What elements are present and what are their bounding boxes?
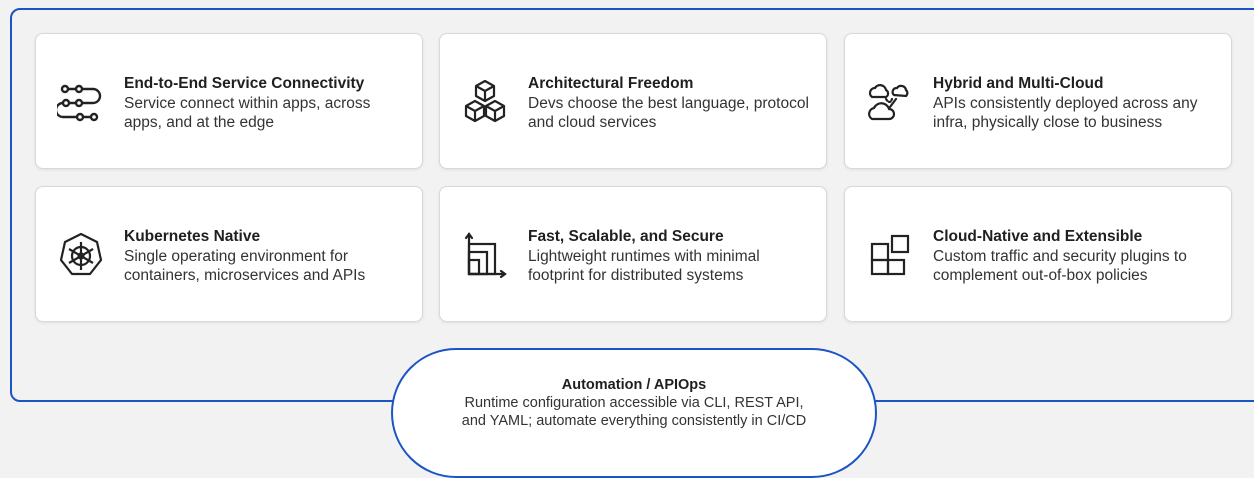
card-title: End-to-End Service Connectivity (124, 75, 365, 92)
automation-description-line-1: Runtime configuration accessible via CLI… (464, 395, 804, 411)
connectivity-icon (56, 76, 106, 126)
card-architectural-freedom: Architectural Freedom Devs choose the be… (439, 33, 827, 169)
card-description: Devs choose the best language, protocol … (528, 95, 809, 131)
card-cloud-native-extensible: Cloud-Native and Extensible Custom traff… (844, 186, 1232, 322)
card-title: Hybrid and Multi-Cloud (933, 75, 1104, 92)
card-description: Single operating environment for contain… (124, 248, 366, 284)
clouds-icon (865, 76, 915, 126)
automation-apiops-pill: Automation / APIOps Runtime configuratio… (391, 348, 877, 478)
card-description: Custom traffic and security plugins to c… (933, 248, 1187, 284)
card-title: Fast, Scalable, and Secure (528, 228, 724, 245)
card-title: Cloud-Native and Extensible (933, 228, 1143, 245)
card-hybrid-multicloud: Hybrid and Multi-Cloud APIs consistently… (844, 33, 1232, 169)
kubernetes-icon (56, 229, 106, 279)
card-title: Architectural Freedom (528, 75, 694, 92)
automation-description-line-2: and YAML; automate everything consistent… (461, 413, 807, 429)
card-connectivity: End-to-End Service Connectivity Service … (35, 33, 423, 169)
card-description: APIs consistently deployed across any in… (933, 95, 1198, 131)
automation-title: Automation / APIOps (561, 377, 707, 393)
card-description: Lightweight runtimes with minimal footpr… (528, 248, 760, 284)
card-kubernetes-native: Kubernetes Native Single operating envir… (35, 186, 423, 322)
scale-chart-icon (460, 229, 510, 279)
card-description: Service connect within apps, across apps… (124, 95, 371, 131)
card-fast-scalable-secure: Fast, Scalable, and Secure Lightweight r… (439, 186, 827, 322)
plugin-blocks-icon (865, 229, 915, 279)
cubes-icon (460, 76, 510, 126)
card-title: Kubernetes Native (124, 228, 261, 245)
